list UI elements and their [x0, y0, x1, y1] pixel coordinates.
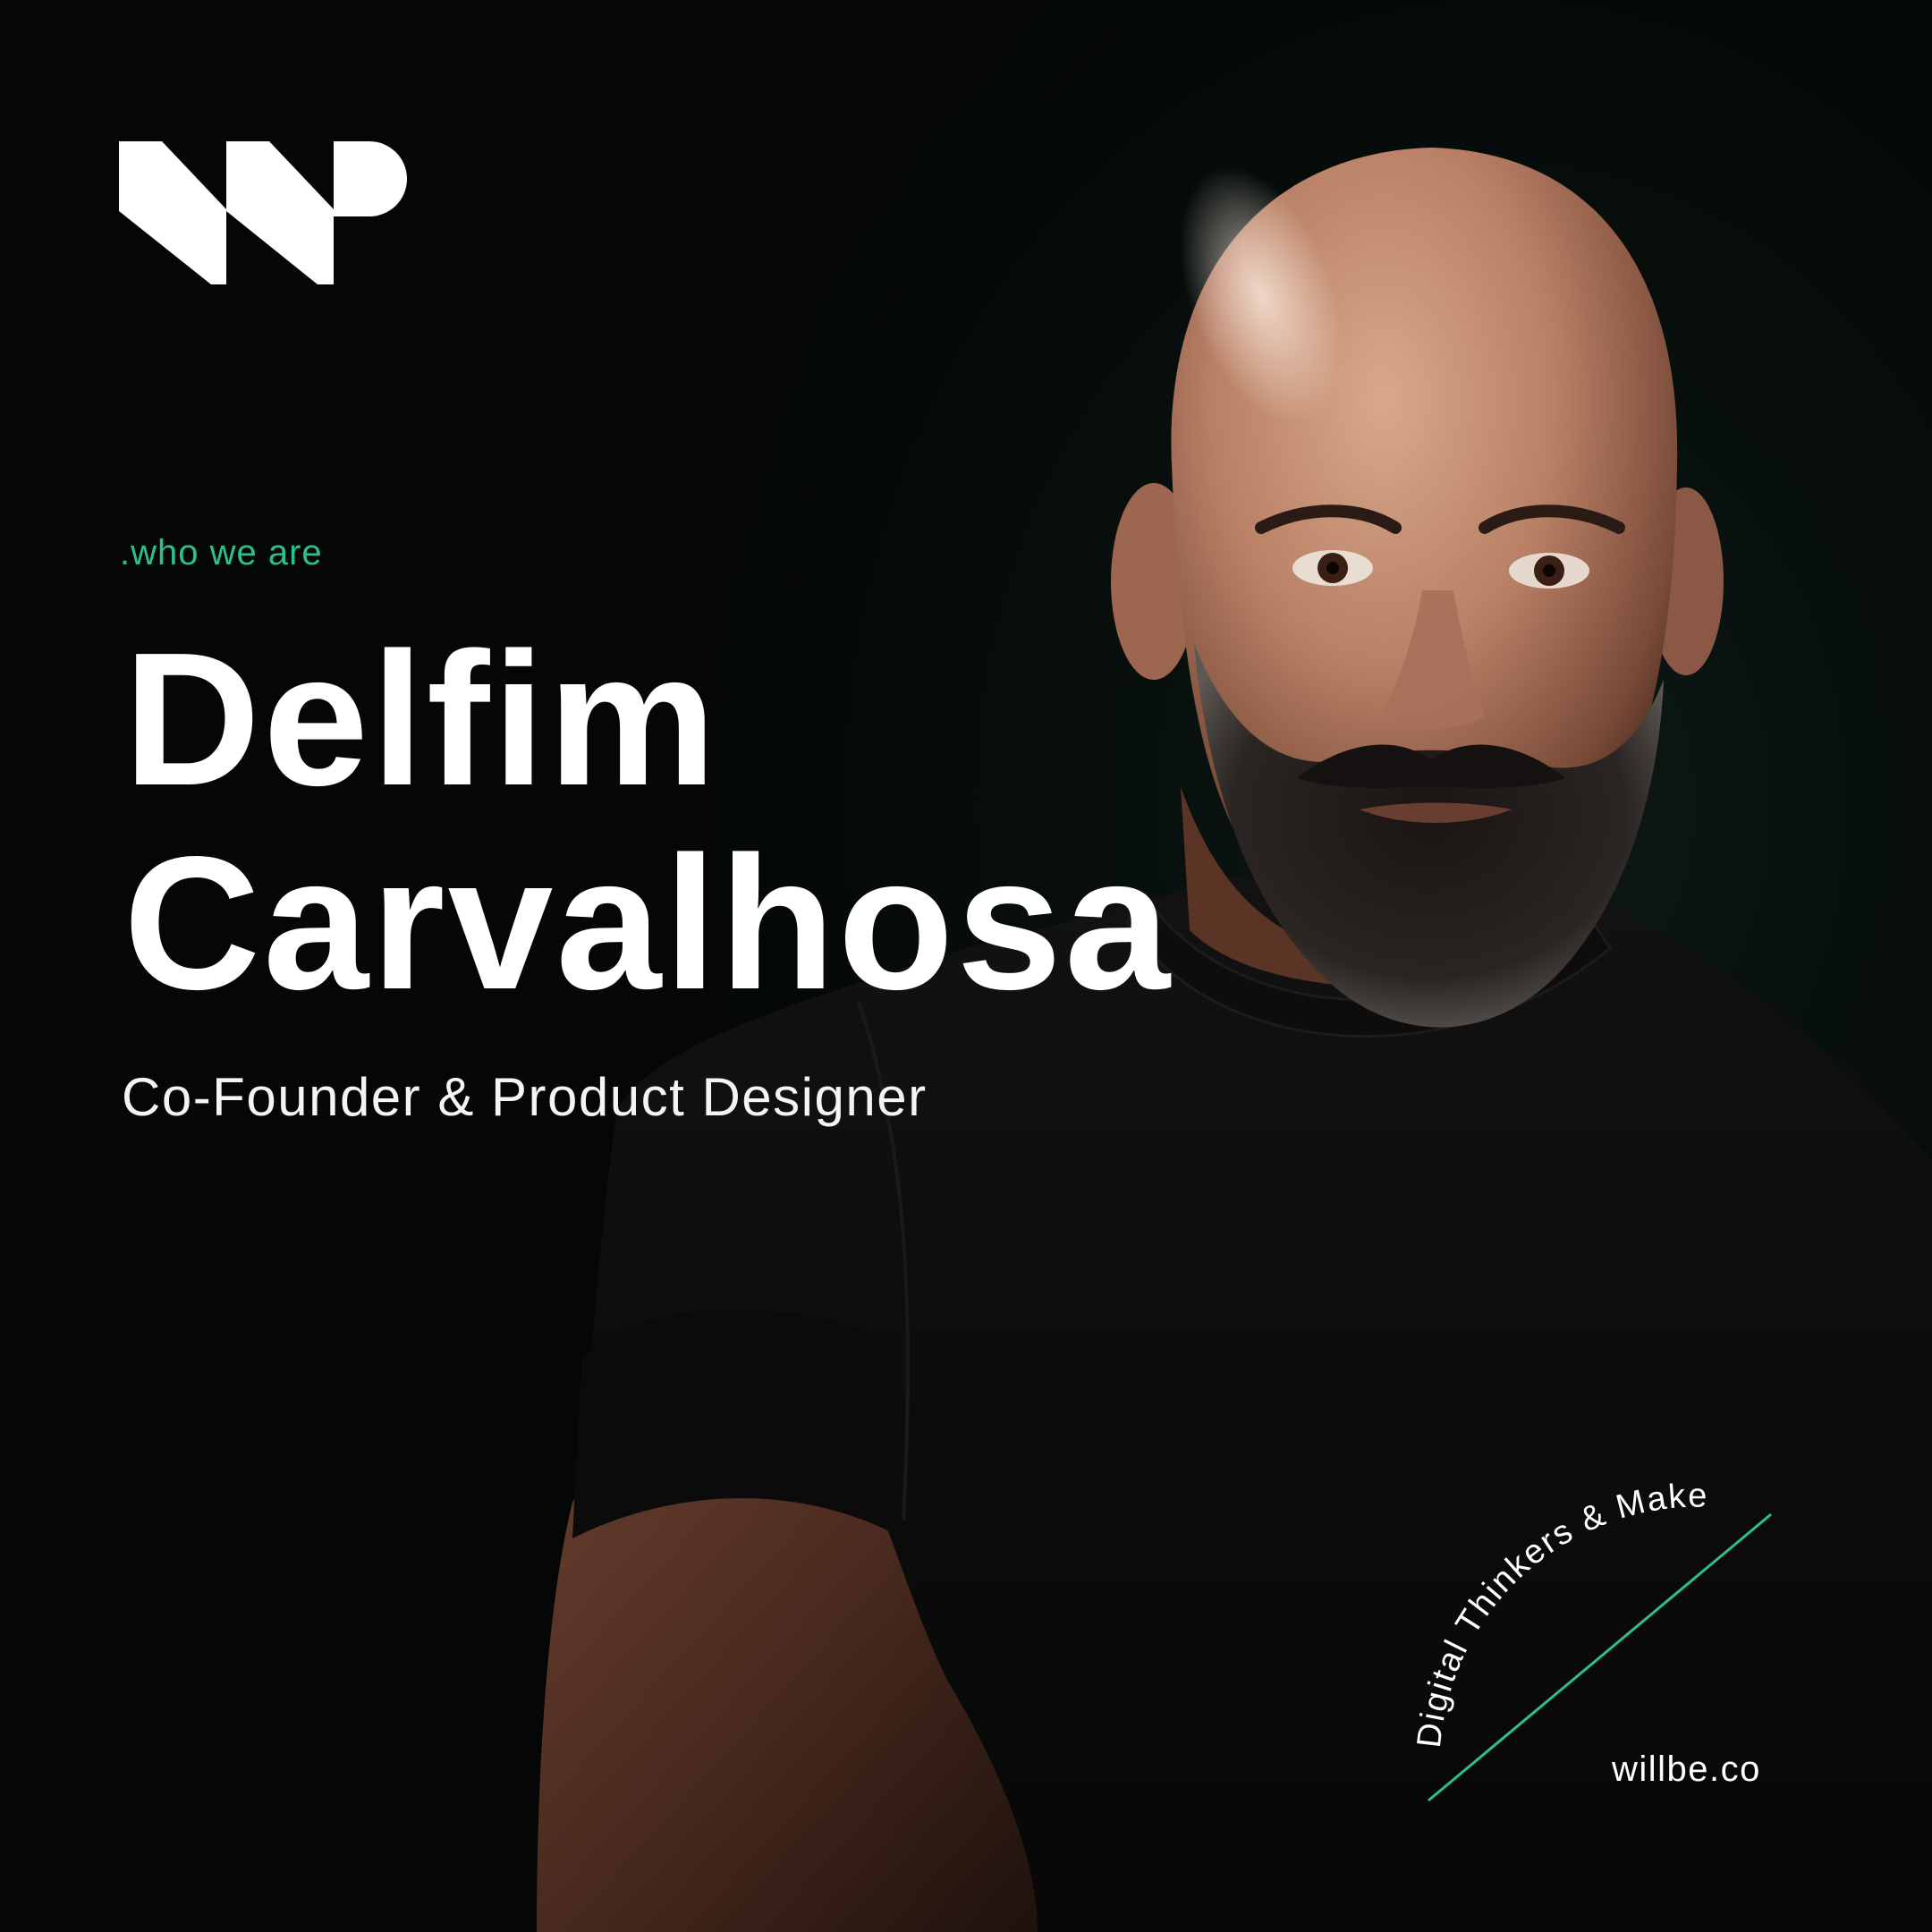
person-name: Delfim Carvalhosa: [123, 617, 1173, 1025]
person-role: Co-Founder & Product Designer: [122, 1067, 928, 1127]
section-eyebrow: .who we are: [120, 533, 323, 572]
badge-arc-text: Digital Thinkers & Makers: [1395, 1422, 1708, 1750]
website-url[interactable]: willbe.co: [1612, 1750, 1761, 1790]
willbe-w-logo-icon: [119, 141, 407, 284]
last-name: Carvalhosa: [123, 817, 1174, 1029]
first-name: Delfim: [123, 613, 719, 825]
profile-card: .who we are Delfim Carvalhosa Co-Founder…: [0, 0, 1932, 1932]
